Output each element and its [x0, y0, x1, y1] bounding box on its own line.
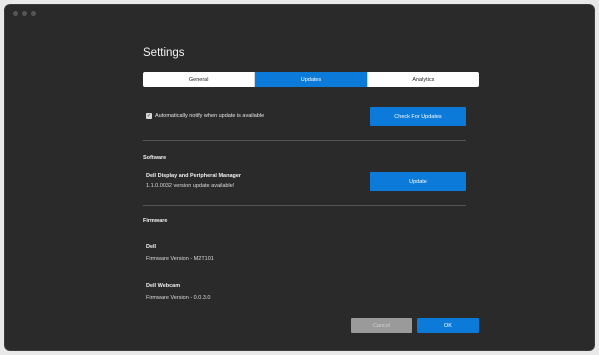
firmware-heading: Firmware: [143, 218, 168, 224]
zoom-window-dot[interactable]: [31, 11, 36, 16]
update-button[interactable]: Update: [370, 172, 466, 191]
cancel-button[interactable]: Cancel: [351, 318, 412, 333]
divider: [143, 140, 466, 141]
firmware-device-name: Dell Webcam: [146, 283, 181, 289]
tab-updates[interactable]: Updates: [255, 72, 368, 87]
auto-notify-label: Automatically notify when update is avai…: [155, 113, 265, 119]
check-for-updates-button[interactable]: Check For Updates: [370, 107, 466, 126]
tab-analytics[interactable]: Analytics: [368, 72, 479, 87]
divider: [143, 205, 466, 206]
firmware-device-version: Firmware Version - M2T101: [146, 256, 214, 262]
checkmark-icon: ✓: [146, 113, 152, 119]
software-update-status: 1.1.0.0032 version update available!: [146, 183, 235, 189]
tab-bar: General Updates Analytics: [143, 72, 479, 87]
close-window-dot[interactable]: [13, 11, 18, 16]
auto-notify-row: ✓ Automatically notify when update is av…: [146, 113, 264, 119]
software-heading: Software: [143, 155, 167, 161]
software-app-name: Dell Display and Peripheral Manager: [146, 173, 242, 179]
title-bar: [5, 5, 594, 23]
firmware-device-version: Firmware Version - 0.0.3.0: [146, 295, 211, 301]
firmware-device-name: Dell: [146, 244, 157, 250]
auto-notify-checkbox[interactable]: ✓: [146, 113, 152, 119]
settings-panel: Settings General Updates Analytics ✓ Aut…: [137, 41, 479, 341]
ok-button[interactable]: OK: [417, 318, 479, 333]
window-controls: [13, 11, 36, 16]
minimize-window-dot[interactable]: [22, 11, 27, 16]
page-title: Settings: [143, 47, 185, 59]
tab-general[interactable]: General: [143, 72, 256, 87]
app-window: Settings General Updates Analytics ✓ Aut…: [4, 4, 595, 351]
